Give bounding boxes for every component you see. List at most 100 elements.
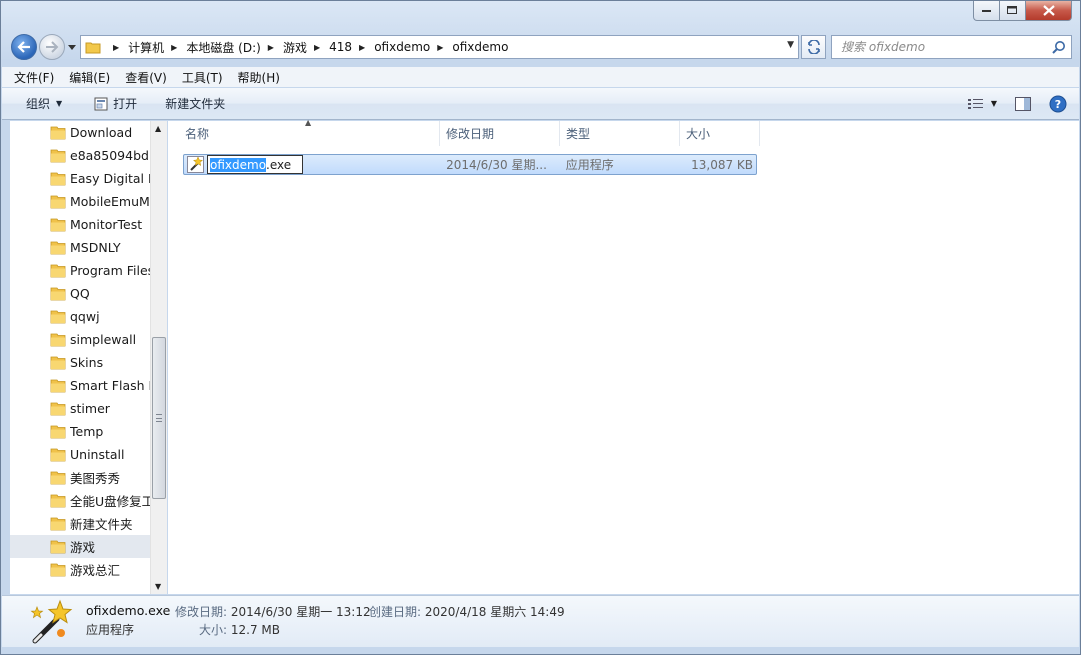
nav-folder-item[interactable]: QQ (10, 282, 150, 305)
explorer-window: ▶ 计算机 ▶ 本地磁盘 (D:) ▶ 游戏 ▶ 418 ▶ ofixdemo … (0, 0, 1081, 655)
history-dropdown[interactable] (67, 41, 77, 53)
search-input[interactable] (841, 40, 1041, 54)
nav-folder-item[interactable]: simplewall (10, 328, 150, 351)
preview-pane-button[interactable] (1006, 96, 1040, 111)
scroll-up-icon[interactable]: ▲ (155, 124, 161, 133)
menu-file[interactable]: 文件(F) (12, 68, 56, 87)
file-name-cell[interactable]: ofixdemo .exe (184, 155, 440, 174)
nav-folder-label: Skins (70, 355, 104, 370)
open-button[interactable]: 打开 (86, 91, 145, 116)
help-button[interactable]: ? (1040, 95, 1079, 113)
folder-icon (50, 310, 66, 324)
details-size-label: 大小: (199, 623, 228, 637)
open-label: 打开 (113, 97, 138, 111)
breadcrumb-drive[interactable]: 本地磁盘 (D:) (186, 39, 260, 56)
back-button[interactable] (11, 34, 37, 60)
organize-button[interactable]: 组织 ▼ (18, 91, 70, 116)
nav-folder-item[interactable]: e8a85094bdb (10, 144, 150, 167)
rename-field[interactable]: ofixdemo .exe (207, 155, 303, 174)
breadcrumb-separator-icon[interactable]: ▶ (437, 43, 443, 52)
nav-folder-item[interactable]: MonitorTest (10, 213, 150, 236)
new-folder-button[interactable]: 新建文件夹 (157, 91, 233, 116)
column-date[interactable]: 修改日期 (440, 121, 560, 146)
nav-folder-item[interactable]: Skins (10, 351, 150, 374)
navigation-bar: ▶ 计算机 ▶ 本地磁盘 (D:) ▶ 游戏 ▶ 418 ▶ ofixdemo … (1, 31, 1080, 63)
nav-folder-item[interactable]: stimer (10, 397, 150, 420)
refresh-icon (807, 40, 820, 54)
menu-edit[interactable]: 编辑(E) (67, 68, 112, 87)
nav-folder-item[interactable]: Temp (10, 420, 150, 443)
nav-scrollbar[interactable]: ▲ ▼ (150, 121, 167, 594)
nav-folder-item[interactable]: 游戏总汇 (10, 558, 150, 581)
folder-icon (50, 402, 66, 416)
chevron-down-icon[interactable]: ▼ (991, 99, 997, 108)
chevron-down-icon (68, 44, 76, 50)
search-icon[interactable] (1052, 40, 1066, 54)
breadcrumb-separator-icon[interactable]: ▶ (171, 43, 177, 52)
sort-ascending-icon: ▲ (305, 118, 312, 127)
breadcrumb-ofixdemo-1[interactable]: ofixdemo (374, 40, 430, 54)
command-bar: 组织 ▼ 打开 新建文件夹 ▼ ? (2, 88, 1079, 120)
nav-folder-item[interactable]: 游戏 (10, 535, 150, 558)
preview-pane-icon (1015, 96, 1031, 111)
change-view-button[interactable]: ▼ (959, 98, 1006, 110)
nav-folder-item[interactable]: 新建文件夹 (10, 512, 150, 535)
column-header: 名称 ▲ 修改日期 类型 大小 (168, 118, 1079, 146)
menu-help[interactable]: 帮助(H) (236, 68, 282, 87)
folder-icon (50, 241, 66, 255)
address-dropdown-icon[interactable]: ▼ (787, 40, 794, 50)
folder-icon (50, 195, 66, 209)
file-size-cell: 13,087 KB (691, 157, 754, 172)
breadcrumb-separator-icon[interactable]: ▶ (359, 43, 365, 52)
nav-folder-item[interactable]: Program Files (10, 259, 150, 282)
rename-selected-text: ofixdemo (210, 157, 267, 172)
column-name[interactable]: 名称 ▲ (168, 118, 440, 146)
folder-icon (50, 356, 66, 370)
address-bar[interactable]: ▶ 计算机 ▶ 本地磁盘 (D:) ▶ 游戏 ▶ 418 ▶ ofixdemo … (80, 35, 799, 59)
folder-icon (50, 448, 66, 462)
menu-tools[interactable]: 工具(T) (180, 68, 225, 87)
scroll-down-icon[interactable]: ▼ (155, 582, 161, 591)
folder-icon (85, 42, 101, 54)
breadcrumb-separator-icon[interactable]: ▶ (268, 43, 274, 52)
help-icon: ? (1049, 95, 1067, 112)
nav-folder-item[interactable]: 全能U盘修复工 (10, 489, 150, 512)
breadcrumb-ofixdemo-2[interactable]: ofixdemo (452, 40, 508, 54)
breadcrumb-separator-icon[interactable]: ▶ (113, 43, 119, 52)
forward-button[interactable] (39, 34, 65, 60)
nav-folder-item[interactable]: Uninstall (10, 443, 150, 466)
nav-folder-label: QQ (70, 286, 90, 301)
folder-icon (50, 563, 66, 577)
minimize-button[interactable] (973, 1, 1000, 21)
folder-icon (50, 540, 66, 554)
nav-folder-item[interactable]: MobileEmuM (10, 190, 150, 213)
menu-view[interactable]: 查看(V) (123, 68, 169, 87)
file-row[interactable]: ofixdemo .exe 2014/6/30 星期... 应用程序 13,087… (183, 154, 757, 175)
column-type[interactable]: 类型 (560, 121, 680, 146)
nav-folder-label: MonitorTest (70, 217, 143, 232)
nav-folder-item[interactable]: 美图秀秀 (10, 466, 150, 489)
nav-folder-label: 游戏 (70, 540, 96, 555)
nav-folder-item[interactable]: qqwj (10, 305, 150, 328)
breadcrumb-computer[interactable]: 计算机 (128, 39, 164, 56)
breadcrumb-418[interactable]: 418 (329, 40, 352, 54)
breadcrumb-games[interactable]: 游戏 (283, 39, 307, 56)
close-button[interactable] (1026, 1, 1072, 21)
file-type-cell: 应用程序 (565, 158, 614, 172)
nav-folder-item[interactable]: Easy Digital P (10, 167, 150, 190)
nav-folder-item[interactable]: MSDNLY (10, 236, 150, 259)
refresh-button[interactable] (801, 35, 826, 59)
details-created: 创建日期: 2020/4/18 星期六 14:49 (369, 603, 565, 620)
nav-folder-label: stimer (70, 401, 110, 416)
maximize-button[interactable] (1000, 1, 1026, 21)
view-controls: ▼ ? (959, 88, 1079, 119)
navigation-pane: Download e8a85094bdb Easy Digital P MobileE… (10, 121, 167, 594)
breadcrumb-separator-icon[interactable]: ▶ (314, 43, 320, 52)
nav-folder-label: qqwj (70, 309, 100, 324)
close-icon (1042, 5, 1055, 16)
column-size[interactable]: 大小 (680, 121, 760, 146)
nav-folder-item[interactable]: Smart Flash R (10, 374, 150, 397)
search-box[interactable] (831, 35, 1072, 59)
scrollbar-thumb[interactable] (152, 337, 166, 499)
nav-folder-item[interactable]: Download (10, 121, 150, 144)
